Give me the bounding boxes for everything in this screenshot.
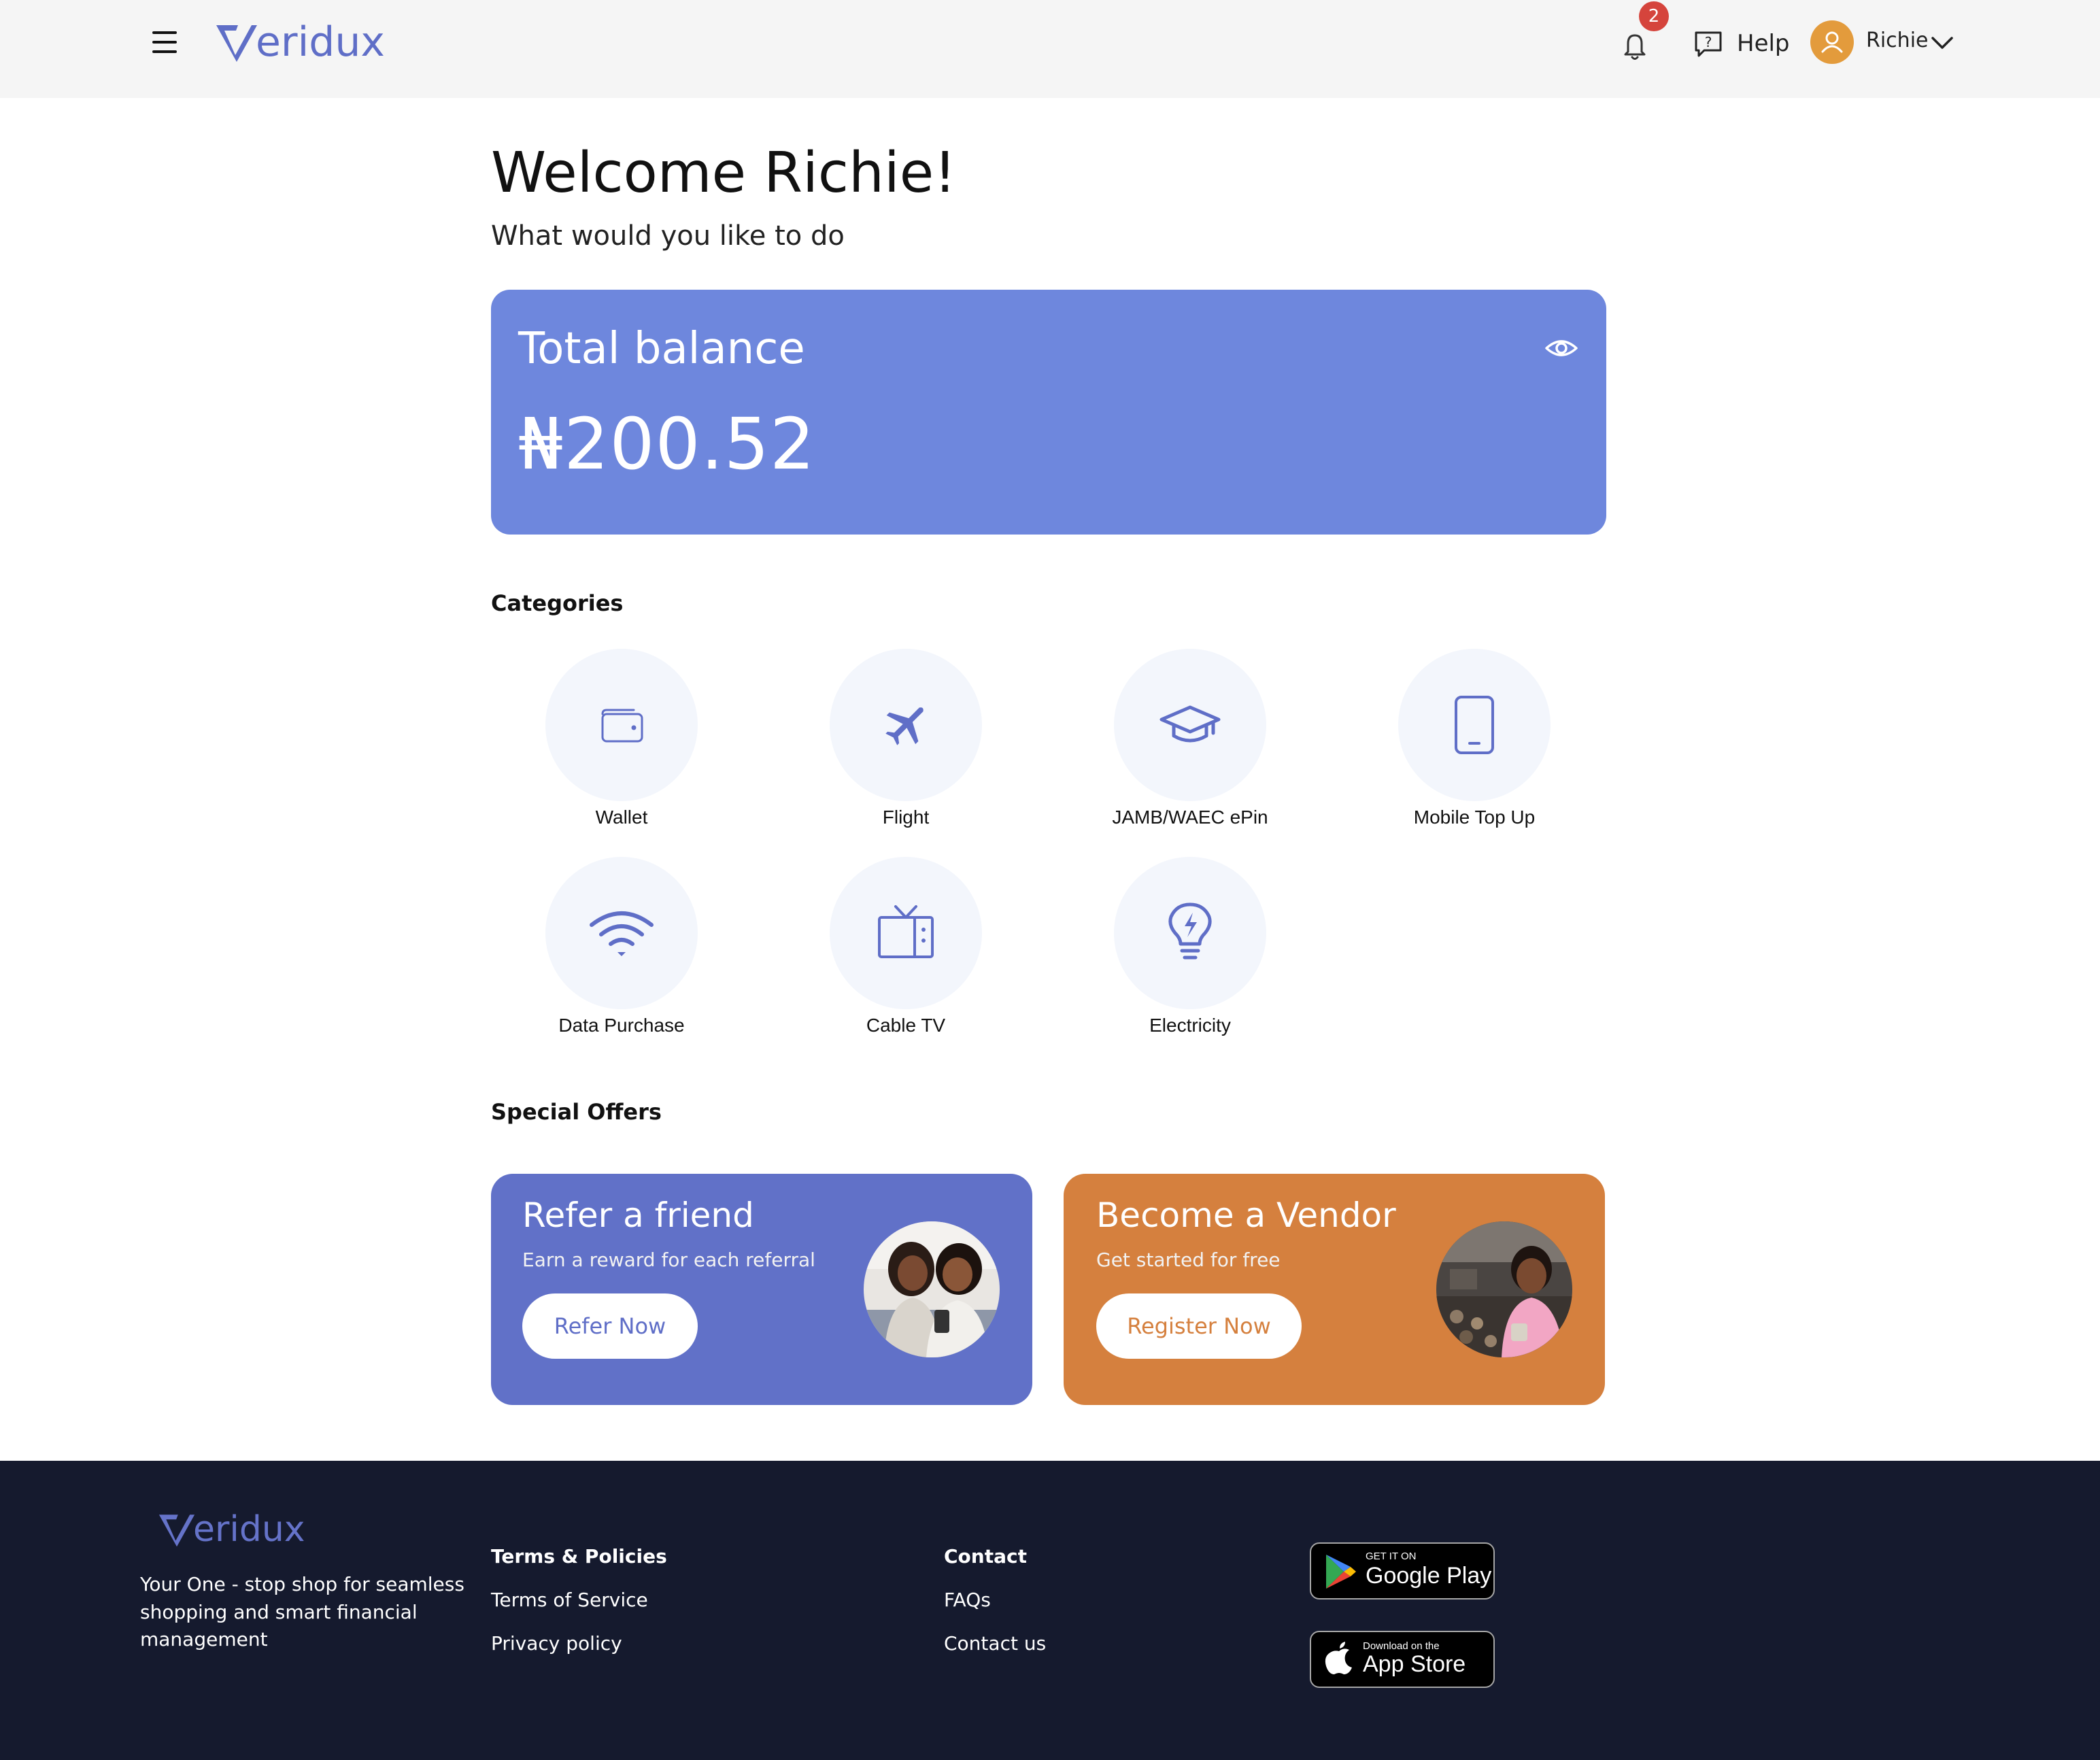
footer-contact-heading: Contact xyxy=(944,1545,1027,1568)
balance-amount: ₦200.52 xyxy=(518,403,816,486)
wifi-icon xyxy=(590,911,654,956)
vendor-subtitle: Get started for free xyxy=(1096,1249,1281,1271)
google-play-small-text: GET IT ON xyxy=(1366,1551,1417,1562)
balance-label: Total balance xyxy=(518,324,805,374)
category-wallet[interactable]: Wallet xyxy=(520,649,724,853)
wallet-icon xyxy=(601,709,643,743)
toggle-balance-visibility[interactable] xyxy=(1544,331,1579,366)
chevron-down-icon xyxy=(1931,37,1953,49)
user-menu-toggle[interactable] xyxy=(1929,30,1956,57)
category-label: Wallet xyxy=(595,807,648,828)
category-electricity[interactable]: Electricity xyxy=(1088,857,1292,1061)
categories-heading: Categories xyxy=(491,590,624,616)
help-label: Help xyxy=(1737,30,1790,57)
brand-logo[interactable]: eridux xyxy=(215,18,385,67)
eye-icon xyxy=(1545,340,1578,356)
refer-now-button[interactable]: Refer Now xyxy=(522,1293,698,1359)
category-icon-wrapper xyxy=(545,857,698,1009)
app-store-badge[interactable]: Download on the App Store xyxy=(1310,1631,1495,1688)
app-store-big-text: App Store xyxy=(1363,1651,1466,1677)
refer-subtitle: Earn a reward for each referral xyxy=(522,1249,815,1271)
friends-photo-image xyxy=(864,1221,1000,1357)
register-now-button[interactable]: Register Now xyxy=(1096,1293,1302,1359)
apple-icon xyxy=(1325,1642,1352,1674)
footer-link-terms[interactable]: Terms of Service xyxy=(491,1589,648,1611)
user-avatar[interactable] xyxy=(1810,20,1854,64)
graduation-cap-icon xyxy=(1159,705,1221,743)
category-label: Cable TV xyxy=(866,1015,946,1036)
footer-brand-logo[interactable]: eridux xyxy=(158,1511,305,1548)
category-label: Data Purchase xyxy=(558,1015,685,1036)
help-button[interactable]: ? Help xyxy=(1692,24,1790,63)
footer-link-faqs[interactable]: FAQs xyxy=(944,1589,991,1611)
page-title: Welcome Richie! xyxy=(491,141,957,205)
logo-v-mark xyxy=(158,1514,195,1547)
airplane-icon xyxy=(885,707,924,745)
special-offers-heading: Special Offers xyxy=(491,1099,662,1125)
category-icon-wrapper xyxy=(1398,649,1551,801)
category-cable-tv[interactable]: Cable TV xyxy=(804,857,1008,1061)
vendor-photo xyxy=(1436,1221,1572,1357)
category-icon-wrapper xyxy=(1114,649,1266,801)
hamburger-menu-icon[interactable] xyxy=(152,30,182,54)
category-icon-wrapper xyxy=(830,649,982,801)
footer-link-privacy[interactable]: Privacy policy xyxy=(491,1632,622,1655)
lightbulb-icon xyxy=(1168,902,1212,960)
tv-icon xyxy=(878,905,934,958)
help-chat-icon: ? xyxy=(1695,31,1722,57)
category-label: Electricity xyxy=(1149,1015,1231,1036)
brand-name: eridux xyxy=(256,18,385,66)
footer-tagline: Your One - stop shop for seamless shoppi… xyxy=(140,1573,464,1651)
google-play-badge[interactable]: GET IT ON Google Play xyxy=(1310,1542,1495,1600)
vendor-photo-image xyxy=(1436,1221,1572,1357)
notification-count-badge: 2 xyxy=(1639,1,1669,31)
footer-link-contact[interactable]: Contact us xyxy=(944,1632,1046,1655)
category-jamb-waec-epin[interactable]: JAMB/WAEC ePin xyxy=(1088,649,1292,853)
category-data-purchase[interactable]: Data Purchase xyxy=(520,857,724,1061)
category-label: Flight xyxy=(882,807,930,828)
footer-brand-name: eridux xyxy=(193,1509,305,1550)
category-label: JAMB/WAEC ePin xyxy=(1112,807,1268,828)
refer-title: Refer a friend xyxy=(522,1196,754,1235)
page-subtitle: What would you like to do xyxy=(491,220,845,252)
footer-policies-heading: Terms & Policies xyxy=(491,1545,667,1568)
logo-v-mark xyxy=(216,25,257,62)
category-icon-wrapper xyxy=(830,857,982,1009)
category-icon-wrapper xyxy=(545,649,698,801)
vendor-title: Become a Vendor xyxy=(1096,1196,1396,1235)
category-icon-wrapper xyxy=(1114,857,1266,1009)
user-name[interactable]: Richie xyxy=(1866,29,1928,52)
refer-photo xyxy=(864,1221,1000,1357)
category-mobile-top-up[interactable]: Mobile Top Up xyxy=(1372,649,1576,853)
google-play-icon xyxy=(1326,1555,1356,1589)
google-play-big-text: Google Play xyxy=(1366,1563,1492,1589)
category-label: Mobile Top Up xyxy=(1413,807,1536,828)
user-avatar-icon xyxy=(1821,31,1843,53)
app-store-small-text: Download on the xyxy=(1363,1640,1440,1652)
category-flight[interactable]: Flight xyxy=(804,649,1008,853)
svg-text:?: ? xyxy=(1705,34,1712,50)
mobile-phone-icon xyxy=(1455,696,1494,754)
